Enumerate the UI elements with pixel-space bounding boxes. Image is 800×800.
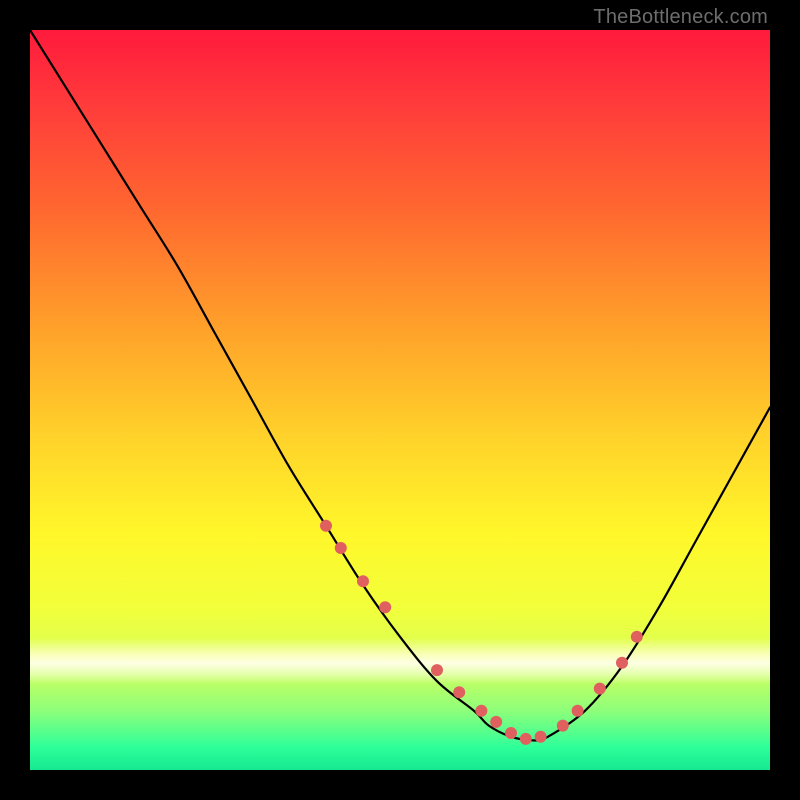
plot-area: [30, 30, 770, 770]
chart-stage: TheBottleneck.com: [0, 0, 800, 800]
highlight-markers: [320, 520, 643, 745]
marker-dot: [320, 520, 332, 532]
marker-dot: [475, 705, 487, 717]
marker-dot: [557, 720, 569, 732]
marker-dot: [572, 705, 584, 717]
marker-dot: [520, 733, 532, 745]
marker-dot: [431, 664, 443, 676]
marker-dot: [535, 731, 547, 743]
curve-layer: [30, 30, 770, 770]
marker-dot: [631, 631, 643, 643]
marker-dot: [335, 542, 347, 554]
marker-dot: [594, 683, 606, 695]
marker-dot: [505, 727, 517, 739]
marker-dot: [616, 657, 628, 669]
marker-dot: [453, 686, 465, 698]
watermark-text: TheBottleneck.com: [593, 6, 768, 29]
marker-dot: [379, 601, 391, 613]
marker-dot: [490, 716, 502, 728]
bottleneck-curve: [30, 30, 770, 741]
marker-dot: [357, 575, 369, 587]
